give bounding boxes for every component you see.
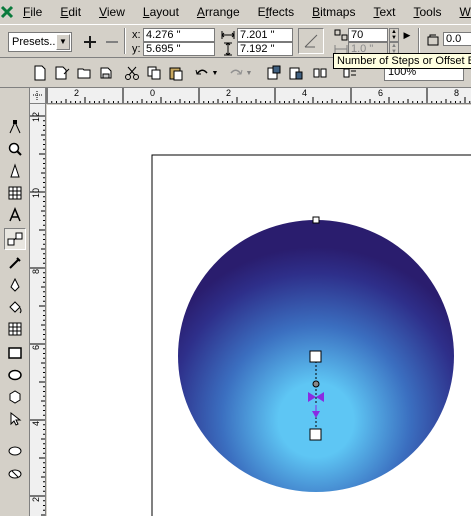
minus-icon[interactable] xyxy=(102,32,122,52)
ellipse-tool-icon[interactable] xyxy=(4,364,26,386)
blend-midpoint-handle[interactable] xyxy=(312,380,320,388)
h-ruler-label: 2 xyxy=(74,88,80,98)
menu-bar: File Edit View Layout Arrange Effects Bi… xyxy=(0,0,471,24)
h-ruler-label: 0 xyxy=(150,88,156,98)
outline-tool-icon[interactable] xyxy=(4,274,26,296)
shape-tool-icon[interactable] xyxy=(4,116,26,138)
coreldraw-window: File Edit View Layout Arrange Effects Bi… xyxy=(0,0,471,516)
v-ruler-label: 6 xyxy=(31,344,41,350)
transparency-tool-icon[interactable] xyxy=(4,462,26,484)
freehand-tool-icon[interactable] xyxy=(4,160,26,182)
menu-window[interactable]: Windo xyxy=(451,5,471,19)
menu-view[interactable]: View xyxy=(90,5,134,19)
application-launcher-icon[interactable] xyxy=(310,63,330,83)
cut-icon[interactable] xyxy=(122,63,142,83)
toolbox xyxy=(0,88,30,516)
blend-end-handle[interactable] xyxy=(309,428,322,441)
plus-icon[interactable] xyxy=(80,32,100,52)
steps-arrow-icon[interactable]: ▶ xyxy=(401,28,413,42)
h-ruler-label: 6 xyxy=(378,88,384,98)
menu-layout[interactable]: Layout xyxy=(134,5,188,19)
copy-icon[interactable] xyxy=(144,63,164,83)
menu-effects[interactable]: Effects xyxy=(249,5,303,19)
smart-fill-tool-icon[interactable] xyxy=(4,182,26,204)
paste-icon[interactable] xyxy=(166,63,186,83)
h-ruler-label: 2 xyxy=(226,88,232,98)
separator xyxy=(418,28,420,54)
y-label: y: xyxy=(132,43,141,55)
rotate-angle-icon xyxy=(423,30,443,50)
top-node-handle[interactable] xyxy=(312,216,320,224)
menu-arrange[interactable]: Arrange xyxy=(188,5,249,19)
h-ruler-label: 4 xyxy=(302,88,308,98)
undo-icon[interactable] xyxy=(192,63,212,83)
chevron-down-icon[interactable]: ▼ xyxy=(56,34,70,50)
width-icon xyxy=(218,28,238,42)
rectangle-tool-icon[interactable] xyxy=(4,342,26,364)
horizontal-ruler-ticks xyxy=(46,88,471,103)
interactive-fill-tool-icon[interactable] xyxy=(4,318,26,340)
steps-spinner[interactable]: ▲ ▼ xyxy=(389,28,399,42)
width-field[interactable]: 7.201 " xyxy=(237,28,293,42)
coreldraw-logo-icon[interactable] xyxy=(0,1,14,23)
zoom-tool-icon[interactable] xyxy=(4,138,26,160)
basic-shapes-tool-icon[interactable] xyxy=(4,386,26,408)
vertical-ruler[interactable]: 12 10 8 6 4 2 xyxy=(30,104,46,516)
import-icon[interactable] xyxy=(264,63,284,83)
x-position-field[interactable]: 4.276 " xyxy=(143,28,215,42)
redo-dropdown-icon: ▼ xyxy=(245,69,253,77)
tooltip: Number of Steps or Offset Be xyxy=(333,53,471,69)
y-position-field[interactable]: 5.695 " xyxy=(143,42,215,56)
v-ruler-label: 2 xyxy=(31,496,41,502)
new-document-icon[interactable] xyxy=(30,63,50,83)
interactive-blend-tool-icon[interactable] xyxy=(4,228,26,250)
pick-tool-icon[interactable] xyxy=(4,408,26,430)
angle-field[interactable]: 0.0 xyxy=(443,32,471,46)
vertical-ruler-ticks xyxy=(30,115,45,516)
presets-value: Presets... xyxy=(12,36,59,48)
v-ruler-label: 12 xyxy=(31,111,41,122)
ellipse-small-icon[interactable] xyxy=(4,440,26,462)
x-label: x: xyxy=(132,29,141,41)
menu-tools[interactable]: Tools xyxy=(404,5,450,19)
separator xyxy=(124,28,126,54)
new-from-template-icon[interactable] xyxy=(52,63,72,83)
height-icon xyxy=(218,42,238,56)
undo-dropdown-icon[interactable]: ▼ xyxy=(210,63,220,83)
menu-edit[interactable]: Edit xyxy=(51,5,90,19)
v-ruler-label: 8 xyxy=(31,268,41,274)
steps-field[interactable]: 70 xyxy=(348,28,388,42)
drawing-canvas[interactable] xyxy=(47,105,471,516)
v-ruler-label: 10 xyxy=(31,187,41,198)
fill-tool-icon[interactable] xyxy=(4,296,26,318)
export-icon[interactable] xyxy=(286,63,306,83)
ruler-corner[interactable] xyxy=(30,88,46,104)
horizontal-ruler[interactable]: 2 0 2 4 6 8 xyxy=(46,88,471,104)
h-ruler-label: 8 xyxy=(454,88,460,98)
blend-start-handle[interactable] xyxy=(309,350,322,363)
menu-text[interactable]: Text xyxy=(364,5,404,19)
presets-dropdown[interactable]: Presets... ▼ xyxy=(8,32,72,52)
height-field[interactable]: 7.192 " xyxy=(237,42,293,56)
menu-bitmaps[interactable]: Bitmaps xyxy=(303,5,364,19)
open-icon[interactable] xyxy=(74,63,94,83)
menu-file[interactable]: File xyxy=(14,5,51,19)
angle-lock-icon[interactable] xyxy=(298,28,324,54)
text-tool-icon[interactable] xyxy=(4,204,26,226)
eyedropper-tool-icon[interactable] xyxy=(4,252,26,274)
redo-icon[interactable] xyxy=(226,63,246,83)
save-icon[interactable] xyxy=(96,63,116,83)
v-ruler-label: 4 xyxy=(31,420,41,426)
